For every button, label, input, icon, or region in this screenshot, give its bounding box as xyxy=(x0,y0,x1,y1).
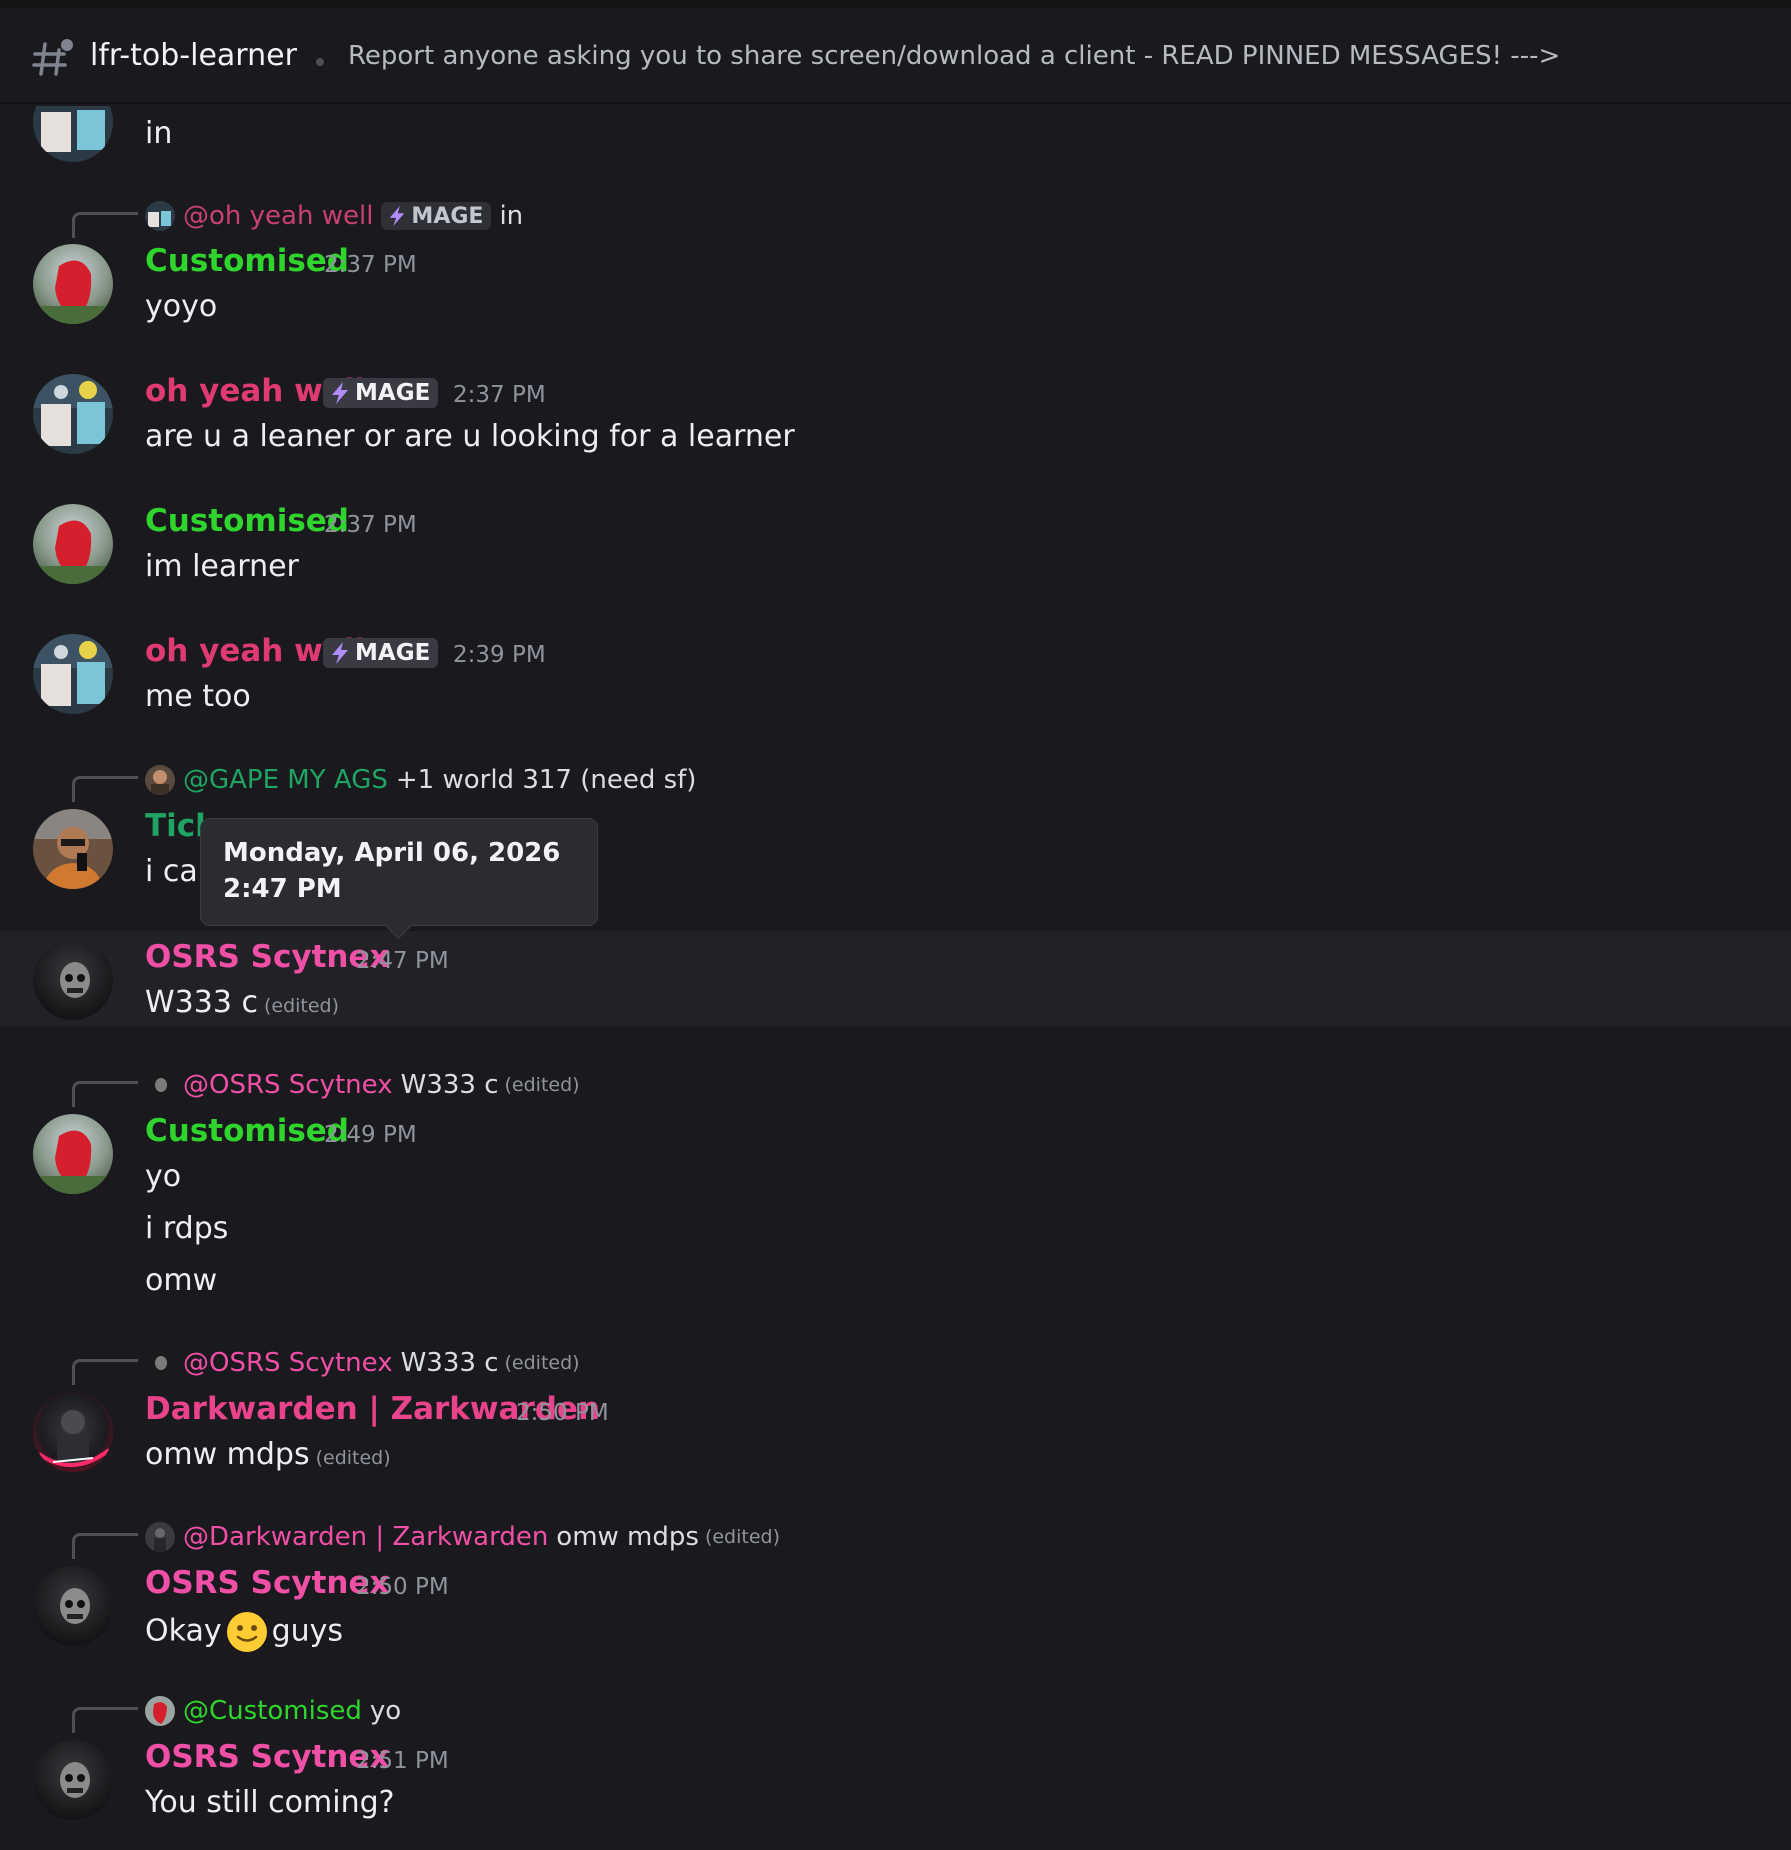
reply-avatar xyxy=(145,1522,175,1552)
timestamp[interactable]: 2:37 PM xyxy=(324,252,417,278)
reply-author[interactable]: @oh yeah well xyxy=(183,201,373,231)
timestamp[interactable]: 2:37 PM xyxy=(453,382,546,408)
message-text: i rdps xyxy=(145,1211,229,1246)
message-text: are u a leaner or are u looking for a le… xyxy=(145,419,795,454)
reply-spine xyxy=(72,212,138,238)
author-name[interactable]: Customised xyxy=(145,1113,349,1149)
message-text: omw xyxy=(145,1263,218,1298)
avatar-oh-yeah-well[interactable] xyxy=(33,634,113,714)
timestamp[interactable]: 2:50 PM xyxy=(356,1574,449,1600)
channel-header: lfr-tob-learner Report anyone asking you… xyxy=(0,8,1791,104)
avatar-osrs-scytnex[interactable] xyxy=(33,1740,113,1820)
lightning-bolt-icon xyxy=(390,206,405,226)
timestamp[interactable]: 2:37 PM xyxy=(324,512,417,538)
reply-preview[interactable]: @OSRS Scytnex W333 c (edited) xyxy=(145,1346,580,1380)
lightning-bolt-icon xyxy=(332,382,348,404)
reply-text: W333 c xyxy=(400,1070,499,1100)
reply-author[interactable]: @Customised xyxy=(183,1696,362,1726)
timestamp-tooltip: Monday, April 06, 2026 2:47 PM xyxy=(200,818,598,939)
lightning-bolt-icon xyxy=(332,642,348,664)
avatar-darkwarden[interactable] xyxy=(33,1392,113,1472)
message-text: in xyxy=(145,116,173,151)
avatar-customised[interactable] xyxy=(33,244,113,324)
timestamp-hovered[interactable]: 2:47 PM xyxy=(356,948,449,974)
message-text: omw mdps (edited) xyxy=(145,1437,391,1472)
author-name[interactable]: OSRS Scytnex xyxy=(145,1739,390,1775)
reply-avatar xyxy=(145,1070,175,1100)
reply-preview[interactable]: @Customised yo xyxy=(145,1694,401,1728)
edited-label: (edited) xyxy=(263,995,340,1017)
window-top-strip xyxy=(0,0,1791,8)
reply-avatar xyxy=(145,1696,175,1726)
timestamp[interactable]: 2:51 PM xyxy=(356,1748,449,1774)
message-text: W333 c (edited) xyxy=(145,985,340,1020)
message-text: im learner xyxy=(145,549,299,584)
message-text: i ca xyxy=(145,854,198,889)
avatar-osrs-scytnex[interactable] xyxy=(33,940,113,1020)
avatar-tick[interactable] xyxy=(33,809,113,889)
timestamp[interactable]: 2:50 PM xyxy=(516,1400,609,1426)
message-text: You still coming? xyxy=(145,1785,395,1820)
reply-preview[interactable]: @oh yeah well MAGE in xyxy=(145,199,523,233)
mage-badge: MAGE xyxy=(323,378,439,408)
message-text: Okay guys xyxy=(145,1611,343,1653)
reply-text: yo xyxy=(369,1696,402,1726)
edited-label: (edited) xyxy=(504,1352,580,1374)
reply-author[interactable]: @Darkwarden | Zarkwarden xyxy=(183,1522,548,1552)
reply-avatar xyxy=(145,765,175,795)
edited-label: (edited) xyxy=(704,1526,781,1548)
channel-name[interactable]: lfr-tob-learner xyxy=(90,38,297,73)
channel-topic[interactable]: Report anyone asking you to share screen… xyxy=(348,41,1560,71)
reply-spine xyxy=(72,1359,138,1385)
edited-label: (edited) xyxy=(504,1074,580,1096)
reply-preview[interactable]: @OSRS Scytnex W333 c (edited) xyxy=(145,1068,580,1102)
reply-author[interactable]: @GAPE MY AGS xyxy=(183,765,388,795)
author-name[interactable]: Customised xyxy=(145,503,349,539)
slightly-smiling-face-emoji-icon[interactable] xyxy=(226,1611,268,1653)
reply-spine xyxy=(72,1081,138,1107)
author-name[interactable]: Customised xyxy=(145,243,349,279)
author-name[interactable]: OSRS Scytnex xyxy=(145,1565,390,1601)
reply-text: in xyxy=(499,201,524,231)
reply-spine xyxy=(72,1707,138,1733)
avatar-customised[interactable] xyxy=(33,504,113,584)
edited-label: (edited) xyxy=(315,1447,391,1469)
header-divider-dot xyxy=(316,58,324,66)
avatar-osrs-scytnex[interactable] xyxy=(33,1566,113,1646)
mage-badge: MAGE xyxy=(381,202,492,230)
avatar-oh-yeah-well[interactable] xyxy=(33,374,113,454)
timestamp[interactable]: 2:49 PM xyxy=(324,1122,417,1148)
author-name[interactable]: OSRS Scytnex xyxy=(145,939,390,975)
reply-preview[interactable]: @Darkwarden | Zarkwarden omw mdps (edited… xyxy=(145,1520,780,1554)
channel-hash-thread-icon xyxy=(32,39,73,76)
reply-avatar xyxy=(145,1348,175,1378)
reply-spine xyxy=(72,776,138,802)
message-text: yo xyxy=(145,1159,182,1194)
reply-text: W333 c xyxy=(400,1348,499,1378)
reply-spine xyxy=(72,1533,138,1559)
message-text: yoyo xyxy=(145,289,218,324)
reply-preview[interactable]: @GAPE MY AGS +1 world 317 (need sf) xyxy=(145,763,696,797)
mage-badge: MAGE xyxy=(323,638,439,668)
reply-avatar xyxy=(145,201,175,231)
reply-text: +1 world 317 (need sf) xyxy=(395,765,697,795)
reply-author[interactable]: @OSRS Scytnex xyxy=(183,1070,393,1100)
message-text: me too xyxy=(145,679,251,714)
reply-author[interactable]: @OSRS Scytnex xyxy=(183,1348,393,1378)
reply-text: omw mdps xyxy=(556,1522,699,1552)
avatar-customised[interactable] xyxy=(33,1114,113,1194)
timestamp[interactable]: 2:39 PM xyxy=(453,642,546,668)
avatar-oh-yeah-well[interactable] xyxy=(33,106,113,162)
message-list[interactable]: in @oh yeah well MAGE in Customised 2:37… xyxy=(0,106,1791,1850)
